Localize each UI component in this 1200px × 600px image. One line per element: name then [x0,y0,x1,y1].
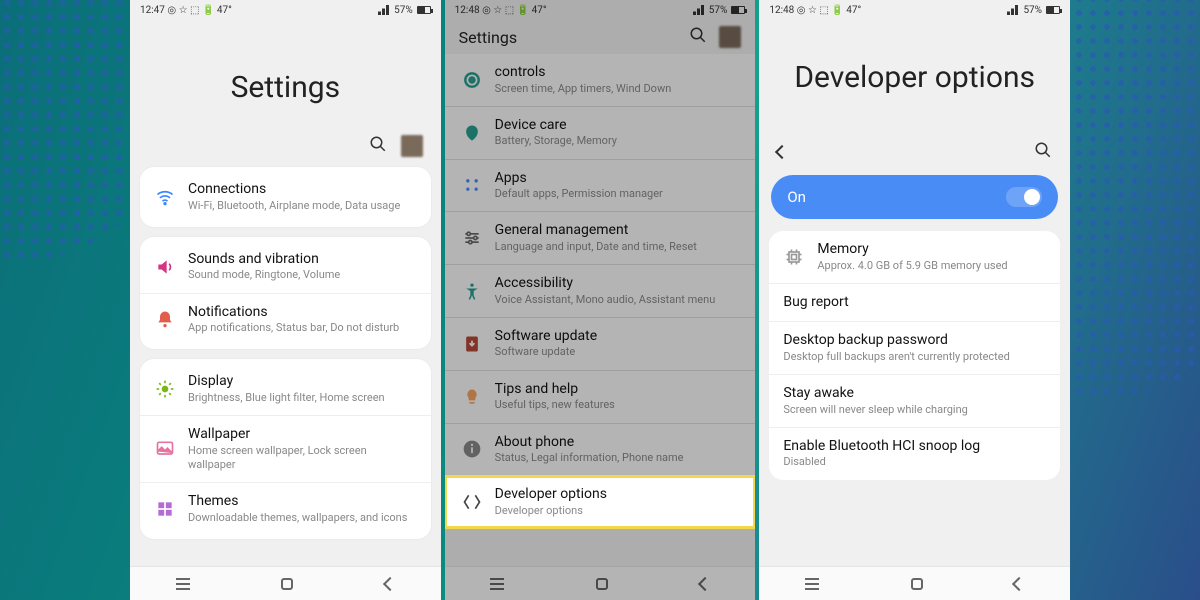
toggle-on-icon[interactable] [1006,187,1042,207]
recents-button[interactable] [490,583,504,585]
general-icon [461,227,483,249]
apps-icon [461,174,483,196]
settings-item-wallpaper[interactable]: WallpaperHome screen wallpaper, Lock scr… [140,415,431,482]
settings-item-controls[interactable]: controlsScreen time, App timers, Wind Do… [445,54,756,107]
signal-icon [378,5,390,15]
back-icon[interactable] [775,145,789,159]
master-toggle[interactable]: On [771,175,1058,219]
settings-item-stay-awake[interactable]: Stay awakeScreen will never sleep while … [769,375,1060,428]
home-button[interactable] [596,578,608,590]
page-title: Settings [130,20,441,135]
devicecare-icon [461,122,483,144]
settings-item-memory[interactable]: MemoryApprox. 4.0 GB of 5.9 GB memory us… [769,231,1060,284]
recents-button[interactable] [805,583,819,585]
recents-button[interactable] [176,583,190,585]
status-bar: 12:47 ◎ ☆ ⬚ 🔋 47° 57% [130,0,441,20]
system-navbar[interactable] [759,566,1070,600]
settings-item-general-management[interactable]: General managementLanguage and input, Da… [445,212,756,265]
search-icon[interactable] [369,135,387,157]
back-button[interactable] [697,576,711,590]
access-icon [461,280,483,302]
wifi-icon [154,186,176,208]
update-icon [461,333,483,355]
screen-settings-main: 12:47 ◎ ☆ ⬚ 🔋 47° 57% Settings Connectio… [130,0,441,600]
status-bar: 12:48 ◎ ☆ ⬚ 🔋 47° 57% [445,0,756,20]
page-title: Settings [459,28,517,47]
home-button[interactable] [911,578,923,590]
settings-item-themes[interactable]: ThemesDownloadable themes, wallpapers, a… [140,482,431,535]
settings-item-bug-report[interactable]: Bug report [769,284,1060,323]
settings-item-sounds-and-vibration[interactable]: Sounds and vibrationSound mode, Ringtone… [140,241,431,293]
system-navbar[interactable] [130,566,441,600]
themes-icon [154,498,176,520]
settings-item-desktop-backup-password[interactable]: Desktop backup passwordDesktop full back… [769,322,1060,375]
wallpaper-icon [154,438,176,460]
bell-icon [154,308,176,330]
settings-item-connections[interactable]: ConnectionsWi-Fi, Bluetooth, Airplane mo… [140,171,431,223]
back-button[interactable] [383,576,397,590]
profile-avatar[interactable] [401,135,423,157]
display-icon [154,378,176,400]
screen-developer-options: 12:48 ◎ ☆ ⬚ 🔋 47° 57% Developer options … [759,0,1070,600]
profile-avatar[interactable] [719,26,741,48]
settings-item-device-care[interactable]: Device careBattery, Storage, Memory [445,107,756,160]
about-icon [461,438,483,460]
settings-item-enable-bluetooth-hci-snoop-log[interactable]: Enable Bluetooth HCI snoop logDisabled [769,428,1060,480]
sound-icon [154,256,176,278]
settings-item-software-update[interactable]: Software updateSoftware update [445,318,756,371]
settings-item-display[interactable]: DisplayBrightness, Blue light filter, Ho… [140,363,431,415]
settings-item-notifications[interactable]: NotificationsApp notifications, Status b… [140,293,431,346]
home-button[interactable] [281,578,293,590]
system-navbar[interactable] [445,566,756,600]
settings-item-tips-and-help[interactable]: Tips and helpUseful tips, new features [445,371,756,424]
status-bar: 12:48 ◎ ☆ ⬚ 🔋 47° 57% [759,0,1070,20]
settings-item-accessibility[interactable]: AccessibilityVoice Assistant, Mono audio… [445,265,756,318]
code-icon [461,491,483,513]
screen-settings-scroll: 12:48 ◎ ☆ ⬚ 🔋 47° 57% Settings controlsS… [445,0,756,600]
settings-item-about-phone[interactable]: About phoneStatus, Legal information, Ph… [445,424,756,477]
settings-item-apps[interactable]: AppsDefault apps, Permission manager [445,160,756,213]
settings-item-developer-options[interactable]: Developer optionsDeveloper options [445,476,756,528]
wellbeing-icon [461,69,483,91]
search-icon[interactable] [1034,141,1052,163]
back-button[interactable] [1012,576,1026,590]
page-title: Developer options [759,20,1070,133]
memory-icon [783,246,805,268]
search-icon[interactable] [689,26,707,48]
tips-icon [461,386,483,408]
